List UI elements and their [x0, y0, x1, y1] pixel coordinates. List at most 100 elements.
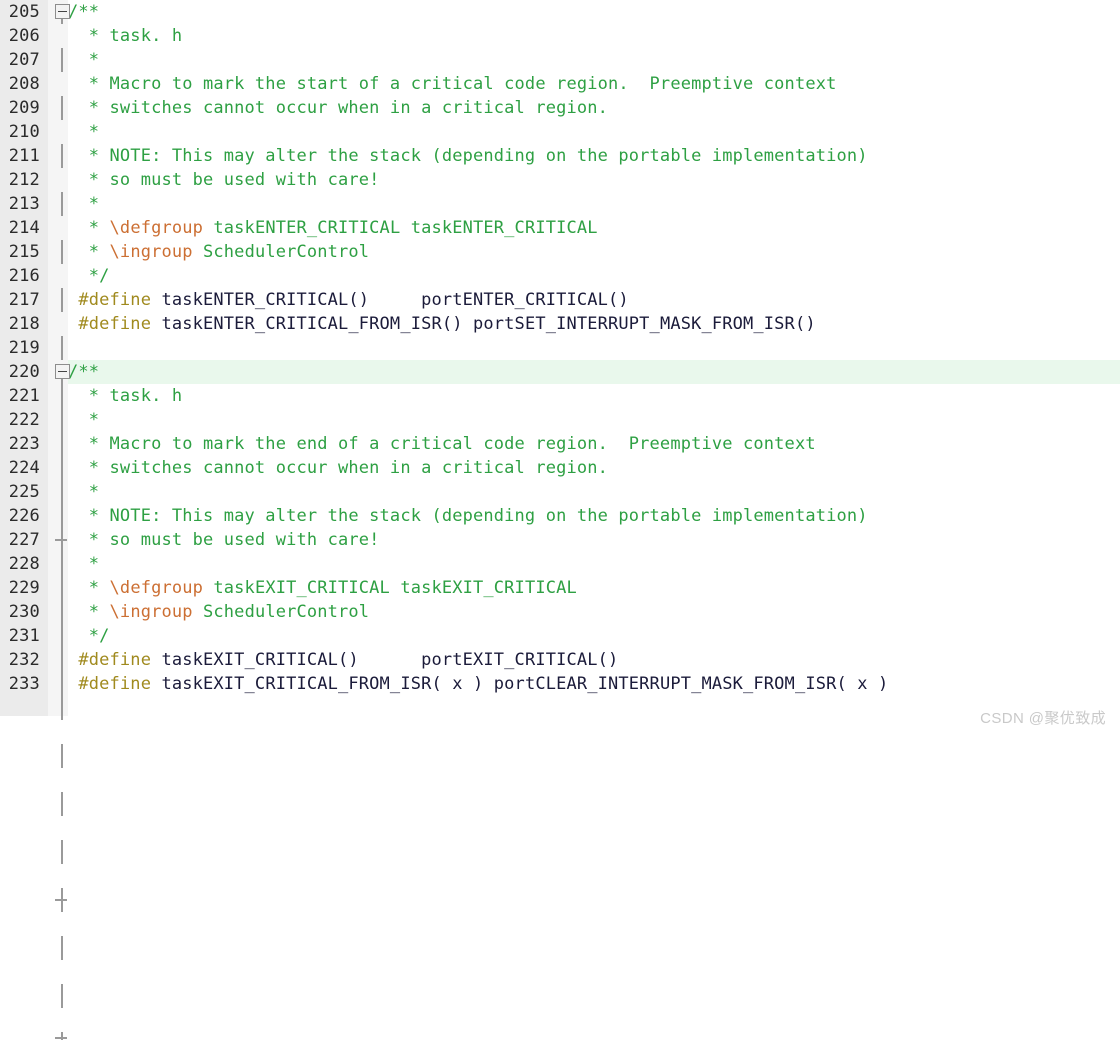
code-line[interactable]: 212 * so must be used with care! — [0, 168, 1120, 360]
line-number[interactable]: 215 — [0, 240, 40, 264]
comment-text: /** — [68, 2, 100, 22]
line-number[interactable]: 221 — [0, 384, 40, 408]
code-line[interactable]: 207 * — [0, 48, 1120, 120]
code-line[interactable]: 211 * NOTE: This may alter the stack (de… — [0, 144, 1120, 312]
code-text[interactable]: #define taskEXIT_CRITICAL() portEXIT_CRI… — [68, 648, 618, 672]
code-text[interactable]: * so must be used with care! — [68, 168, 380, 192]
line-number[interactable] — [0, 696, 40, 720]
code-line[interactable]: 228 * — [0, 552, 1120, 768]
line-number[interactable]: 225 — [0, 480, 40, 504]
code-line[interactable]: 210 * — [0, 120, 1120, 264]
code-text[interactable]: * — [68, 48, 99, 72]
code-text[interactable]: * switches cannot occur when in a critic… — [68, 96, 608, 120]
comment-text: * so must be used with care! — [68, 530, 380, 550]
code-text[interactable]: #define taskENTER_CRITICAL() portENTER_C… — [68, 288, 629, 312]
code-line[interactable]: 213 * — [0, 192, 1120, 408]
csdn-watermark: CSDN @聚优致成 — [980, 710, 1106, 727]
code-line[interactable]: 223 * Macro to mark the end of a critica… — [0, 432, 1120, 528]
line-number[interactable]: 208 — [0, 72, 40, 96]
code-text[interactable]: * Macro to mark the start of a critical … — [68, 72, 837, 96]
code-text[interactable]: * switches cannot occur when in a critic… — [68, 456, 608, 480]
code-text[interactable]: * Macro to mark the end of a critical co… — [68, 432, 816, 456]
code-text[interactable]: * — [68, 408, 99, 432]
code-line[interactable]: 225 * — [0, 480, 1120, 624]
line-number[interactable]: 229 — [0, 576, 40, 600]
code-text[interactable]: * NOTE: This may alter the stack (depend… — [68, 504, 868, 528]
line-number[interactable]: 209 — [0, 96, 40, 120]
code-text[interactable]: * NOTE: This may alter the stack (depend… — [68, 144, 868, 168]
code-text[interactable]: */ — [68, 264, 110, 288]
macro-identifier: taskEXIT_CRITICAL_FROM_ISR( x ) portCLEA… — [161, 674, 889, 694]
line-number[interactable]: 207 — [0, 48, 40, 72]
code-text[interactable]: * \ingroup SchedulerControl — [68, 240, 369, 264]
code-text[interactable]: #define taskEXIT_CRITICAL_FROM_ISR( x ) … — [68, 672, 888, 696]
code-line[interactable]: 222 * — [0, 408, 1120, 480]
line-number[interactable]: 224 — [0, 456, 40, 480]
code-text[interactable]: #define taskENTER_CRITICAL_FROM_ISR() po… — [68, 312, 816, 336]
code-text[interactable]: * — [68, 552, 99, 576]
line-number[interactable]: 219 — [0, 336, 40, 360]
code-line[interactable]: 230 * \ingroup SchedulerControl — [0, 600, 1120, 864]
fold-collapse-icon[interactable] — [55, 364, 70, 379]
line-number[interactable]: 223 — [0, 432, 40, 456]
code-line[interactable] — [0, 696, 1120, 1040]
code-line[interactable]: 217 #define taskENTER_CRITICAL() portENT… — [0, 288, 1120, 600]
code-text[interactable]: /** — [68, 360, 100, 384]
code-text[interactable]: * so must be used with care! — [68, 528, 380, 552]
code-text[interactable]: * task. h — [68, 384, 182, 408]
line-number[interactable]: 217 — [0, 288, 40, 312]
code-line[interactable]: 209 * switches cannot occur when in a cr… — [0, 96, 1120, 216]
code-line[interactable]: 224 * switches cannot occur when in a cr… — [0, 456, 1120, 576]
code-text[interactable]: * — [68, 192, 99, 216]
code-text[interactable]: * task. h — [68, 24, 182, 48]
line-number[interactable]: 226 — [0, 504, 40, 528]
line-number[interactable]: 216 — [0, 264, 40, 288]
fold-region-end-icon[interactable] — [55, 899, 67, 901]
fold-region-end-icon[interactable] — [55, 1037, 67, 1039]
code-line[interactable]: 220 /** — [0, 360, 1120, 384]
line-number[interactable]: 233 — [0, 672, 40, 696]
line-number[interactable]: 228 — [0, 552, 40, 576]
code-line[interactable]: 233 #define taskEXIT_CRITICAL_FROM_ISR( … — [0, 672, 1120, 1008]
line-number[interactable]: 213 — [0, 192, 40, 216]
line-number[interactable]: 214 — [0, 216, 40, 240]
code-text[interactable]: * — [68, 480, 99, 504]
comment-text: * switches cannot occur when in a critic… — [68, 458, 609, 478]
line-number[interactable]: 206 — [0, 24, 40, 48]
code-line[interactable]: 215 * \ingroup SchedulerControl — [0, 240, 1120, 504]
line-number[interactable]: 231 — [0, 624, 40, 648]
line-number[interactable]: 232 — [0, 648, 40, 672]
code-line[interactable]: 231 */ — [0, 624, 1120, 912]
line-number[interactable]: 227 — [0, 528, 40, 552]
line-number[interactable]: 210 — [0, 120, 40, 144]
line-number[interactable]: 205 — [0, 0, 40, 24]
code-line[interactable]: 226 * NOTE: This may alter the stack (de… — [0, 504, 1120, 672]
line-number[interactable]: 220 — [0, 360, 40, 384]
code-text[interactable]: * \defgroup taskEXIT_CRITICAL taskEXIT_C… — [68, 576, 577, 600]
line-number[interactable]: 218 — [0, 312, 40, 336]
code-line[interactable]: 227 * so must be used with care! — [0, 528, 1120, 720]
code-editor[interactable]: 205/** 206 * task. h 207 * 208 * Macro to m… — [0, 0, 1120, 1040]
code-line[interactable]: 214 * \defgroup taskENTER_CRITICAL taskE… — [0, 216, 1120, 456]
code-line[interactable]: 218 #define taskENTER_CRITICAL_FROM_ISR(… — [0, 312, 1120, 648]
line-number[interactable]: 211 — [0, 144, 40, 168]
fold-guide-line — [61, 792, 63, 816]
code-line[interactable]: 206 * task. h — [0, 24, 1120, 72]
line-number[interactable]: 230 — [0, 600, 40, 624]
code-line[interactable]: 216 */ — [0, 264, 1120, 552]
code-line[interactable]: 221 * task. h — [0, 384, 1120, 432]
code-text[interactable]: * \ingroup SchedulerControl — [68, 600, 369, 624]
fold-collapse-icon[interactable] — [55, 4, 70, 19]
code-line[interactable]: 205 /** — [0, 0, 1120, 24]
line-number[interactable]: 212 — [0, 168, 40, 192]
code-text[interactable]: */ — [68, 624, 110, 648]
code-line[interactable]: 232 #define taskEXIT_CRITICAL() portEXIT… — [0, 648, 1120, 960]
code-line[interactable]: 229 * \defgroup taskEXIT_CRITICAL taskEX… — [0, 576, 1120, 816]
code-line[interactable]: 208 * Macro to mark the start of a criti… — [0, 72, 1120, 168]
code-line[interactable]: 219 — [0, 336, 1120, 696]
code-text[interactable]: * — [68, 120, 99, 144]
macro-identifier: taskENTER_CRITICAL() portENTER_CRITICAL(… — [161, 290, 629, 310]
line-number[interactable]: 222 — [0, 408, 40, 432]
code-text[interactable]: * \defgroup taskENTER_CRITICAL taskENTER… — [68, 216, 598, 240]
code-text[interactable]: /** — [68, 0, 99, 24]
